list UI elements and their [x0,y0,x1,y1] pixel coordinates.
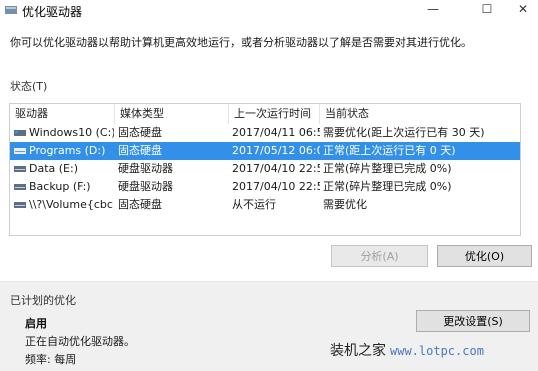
drive-icon [14,148,26,154]
last-run-time: 从不运行 [232,198,276,211]
drive-name: Windows10 (C:) [29,126,114,139]
drive-list[interactable]: 驱动器 媒体类型 上一次运行时间 当前状态 Windows10 (C:) 固态硬… [9,103,521,236]
current-status: 需要优化 [323,198,367,211]
drive-name: Programs (D:) [29,144,106,157]
title-bar: 优化驱动器 — ☐ ✕ [0,0,538,22]
media-type: 硬盘驱动器 [118,180,173,193]
column-header-drive[interactable]: 驱动器 [10,104,115,124]
watermark: 装机之家 www.lotpc.com [330,340,484,360]
drive-name: Backup (F:) [29,180,91,193]
drive-icon [14,202,26,208]
drive-icon [14,166,26,172]
maximize-button[interactable]: ☐ [472,0,502,20]
column-header-media[interactable]: 媒体类型 [115,104,230,124]
schedule-description: 正在自动优化驱动器。 [25,335,135,348]
drive-name: Data (E:) [29,162,79,175]
status-label: 状态(T) [10,80,48,93]
watermark-text: 装机之家 [330,343,386,359]
column-header-status[interactable]: 当前状态 [320,104,515,124]
table-row[interactable]: Backup (F:) 硬盘驱动器 2017/04/10 22:58 正常(碎片… [10,178,520,196]
close-button[interactable]: ✕ [508,0,538,20]
last-run-time: 2017/04/11 06:53 [232,126,320,139]
schedule-frequency: 频率: 每周 [25,353,77,366]
drive-name: \\?\Volume{cbcb [29,198,114,211]
table-row[interactable]: Windows10 (C:) 固态硬盘 2017/04/11 06:53 需要优… [10,124,520,142]
scheduled-title: 已计划的优化 [10,294,76,307]
watermark-url: www.lotpc.com [390,344,484,358]
media-type: 硬盘驱动器 [118,162,173,175]
current-status: 需要优化(距上次运行已有 30 天) [323,126,485,139]
last-run-time: 2017/04/10 22:58 [232,180,320,193]
media-type: 固态硬盘 [118,144,162,157]
current-status: 正常(距上次运行已有 0 天) [323,144,456,157]
media-type: 固态硬盘 [118,198,162,211]
current-status: 正常(碎片整理已完成 0%) [323,180,452,193]
table-row[interactable]: Data (E:) 硬盘驱动器 2017/04/10 22:53 正常(碎片整理… [10,160,520,178]
drive-icon [14,184,26,190]
table-row[interactable]: \\?\Volume{cbcb 固态硬盘 从不运行 需要优化 [10,196,520,214]
window-title: 优化驱动器 [22,5,83,19]
analyze-button[interactable]: 分析(A) [331,245,428,267]
description-text: 你可以优化驱动器以帮助计算机更高效地运行，或者分析驱动器以了解是否需要对其进行优… [10,36,472,49]
windows-drive-icon [14,130,26,136]
last-run-time: 2017/05/12 06:08 [232,144,320,157]
list-header: 驱动器 媒体类型 上一次运行时间 当前状态 [10,104,520,124]
column-header-last-run[interactable]: 上一次运行时间 [229,104,324,124]
current-status: 正常(碎片整理已完成 0%) [323,162,452,175]
defrag-app-icon [5,6,17,14]
table-row-selected[interactable]: Programs (D:) 固态硬盘 2017/05/12 06:08 正常(距… [10,142,520,160]
media-type: 固态硬盘 [118,126,162,139]
last-run-time: 2017/04/10 22:53 [232,162,320,175]
schedule-status: 启用 [25,317,47,330]
minimize-button[interactable]: — [418,0,448,20]
change-settings-button[interactable]: 更改设置(S) [416,310,530,332]
optimize-button[interactable]: 优化(O) [437,245,532,267]
